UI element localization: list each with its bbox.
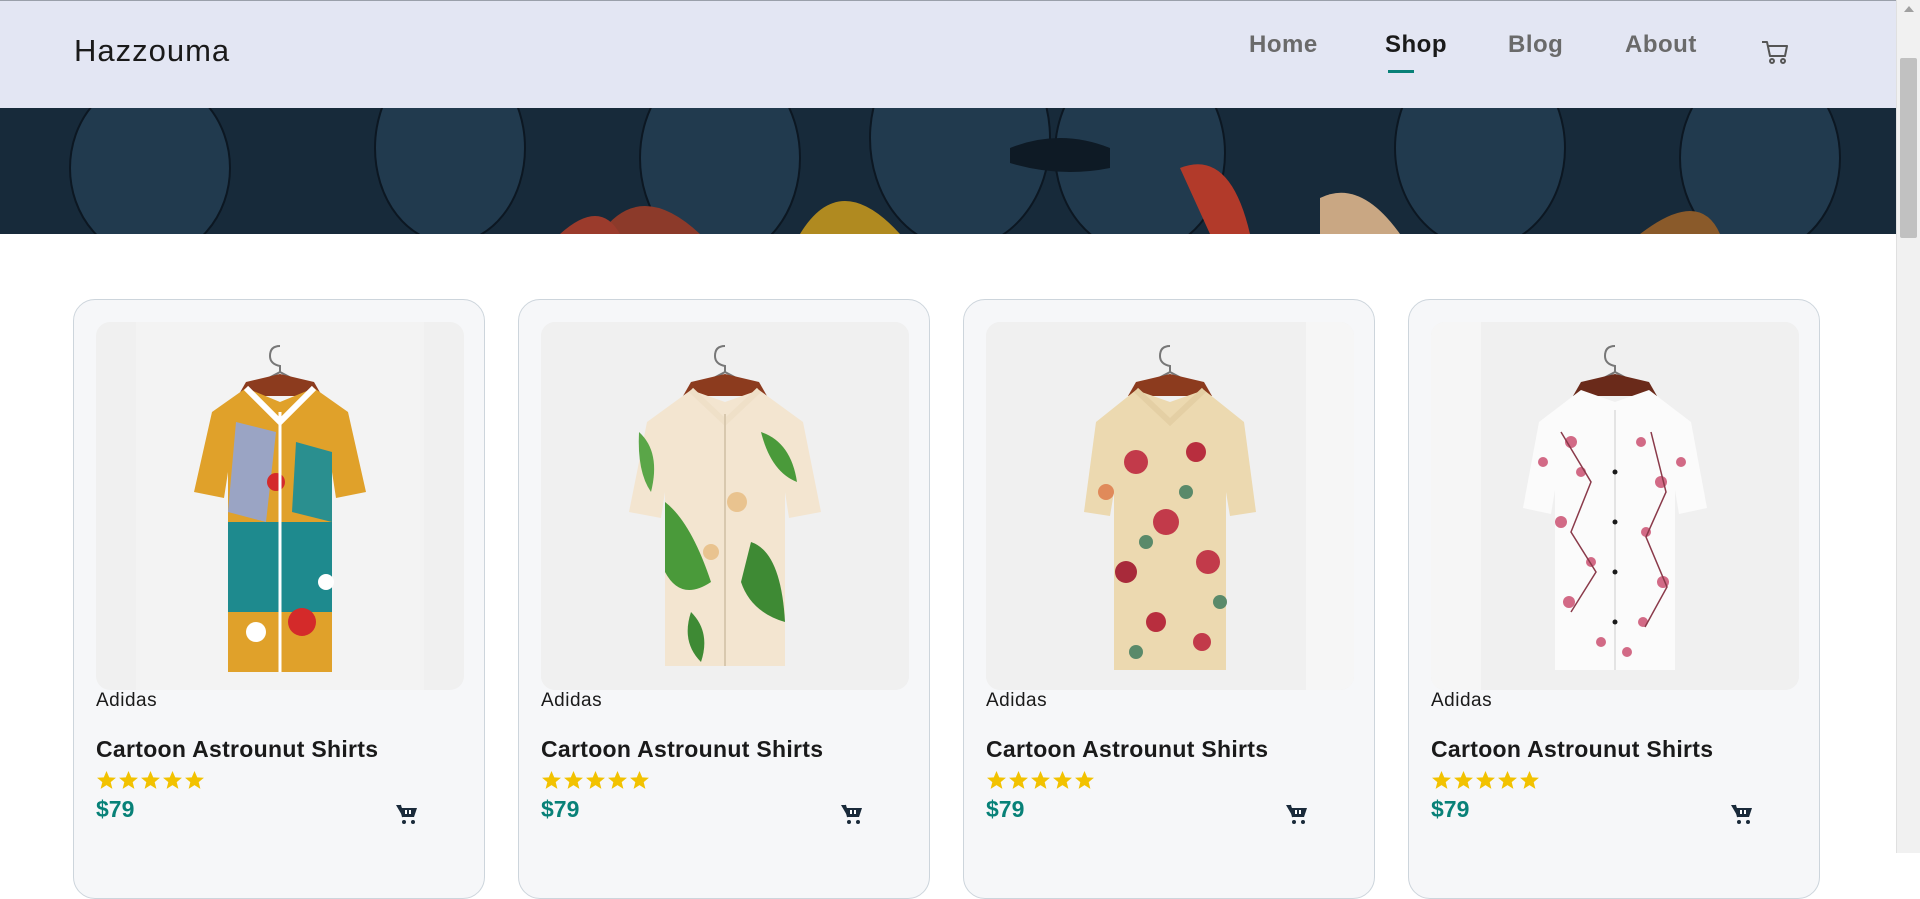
nav-blog[interactable]: Blog bbox=[1508, 31, 1563, 59]
product-image[interactable] bbox=[541, 322, 909, 690]
star-icon bbox=[1075, 771, 1094, 789]
star-icon bbox=[1454, 771, 1473, 789]
nav-home[interactable]: Home bbox=[1249, 31, 1318, 59]
star-icon bbox=[630, 771, 649, 789]
rating-stars bbox=[1431, 770, 1540, 792]
star-icon bbox=[1520, 771, 1539, 789]
nav-about[interactable]: About bbox=[1625, 31, 1697, 59]
site-logo[interactable]: Hazzouma bbox=[74, 33, 230, 69]
rating-stars bbox=[986, 770, 1095, 792]
nav-shop[interactable]: Shop bbox=[1385, 31, 1447, 73]
scroll-up-arrow-icon[interactable] bbox=[1904, 6, 1914, 12]
star-icon bbox=[586, 771, 605, 789]
star-icon bbox=[1432, 771, 1451, 789]
product-title: Cartoon Astrounut Shirts bbox=[1431, 736, 1714, 762]
product-card[interactable]: Adidas Cartoon Astrounut Shirts $79 bbox=[518, 299, 930, 899]
star-icon bbox=[1009, 771, 1028, 789]
product-card[interactable]: Adidas Cartoon Astrounut Shirts $79 bbox=[73, 299, 485, 899]
site-header: Hazzouma Home Shop Blog About bbox=[0, 0, 1896, 108]
product-image[interactable] bbox=[96, 322, 464, 690]
product-image[interactable] bbox=[1431, 322, 1799, 690]
product-card[interactable]: Adidas Cartoon Astrounut Shirts $79 bbox=[963, 299, 1375, 899]
product-price: $79 bbox=[541, 796, 580, 822]
page-scrollbar[interactable] bbox=[1896, 0, 1920, 853]
cart-icon[interactable] bbox=[839, 802, 865, 826]
product-brand: Adidas bbox=[1431, 690, 1493, 711]
star-icon bbox=[119, 771, 138, 789]
star-icon bbox=[185, 771, 204, 789]
star-icon bbox=[97, 771, 116, 789]
product-title: Cartoon Astrounut Shirts bbox=[986, 736, 1269, 762]
star-icon bbox=[1498, 771, 1517, 789]
cart-icon[interactable] bbox=[1729, 802, 1755, 826]
product-price: $79 bbox=[986, 796, 1025, 822]
star-icon bbox=[1031, 771, 1050, 789]
product-brand: Adidas bbox=[541, 690, 603, 711]
product-price: $79 bbox=[1431, 796, 1470, 822]
star-icon bbox=[1053, 771, 1072, 789]
cart-icon[interactable] bbox=[1284, 802, 1310, 826]
product-brand: Adidas bbox=[986, 690, 1048, 711]
star-icon bbox=[542, 771, 561, 789]
product-price: $79 bbox=[96, 796, 135, 822]
star-icon bbox=[987, 771, 1006, 789]
hero-banner-illustration bbox=[0, 108, 1896, 234]
product-title: Cartoon Astrounut Shirts bbox=[96, 736, 379, 762]
cart-outline-icon[interactable] bbox=[1760, 37, 1790, 67]
star-icon bbox=[163, 771, 182, 789]
star-icon bbox=[141, 771, 160, 789]
star-icon bbox=[1476, 771, 1495, 789]
scrollbar-thumb[interactable] bbox=[1900, 58, 1917, 238]
star-icon bbox=[564, 771, 583, 789]
product-image[interactable] bbox=[986, 322, 1354, 690]
rating-stars bbox=[96, 770, 205, 792]
product-card[interactable]: Adidas Cartoon Astrounut Shirts $79 bbox=[1408, 299, 1820, 899]
product-title: Cartoon Astrounut Shirts bbox=[541, 736, 824, 762]
product-brand: Adidas bbox=[96, 690, 158, 711]
star-icon bbox=[608, 771, 627, 789]
rating-stars bbox=[541, 770, 650, 792]
cart-icon[interactable] bbox=[394, 802, 420, 826]
